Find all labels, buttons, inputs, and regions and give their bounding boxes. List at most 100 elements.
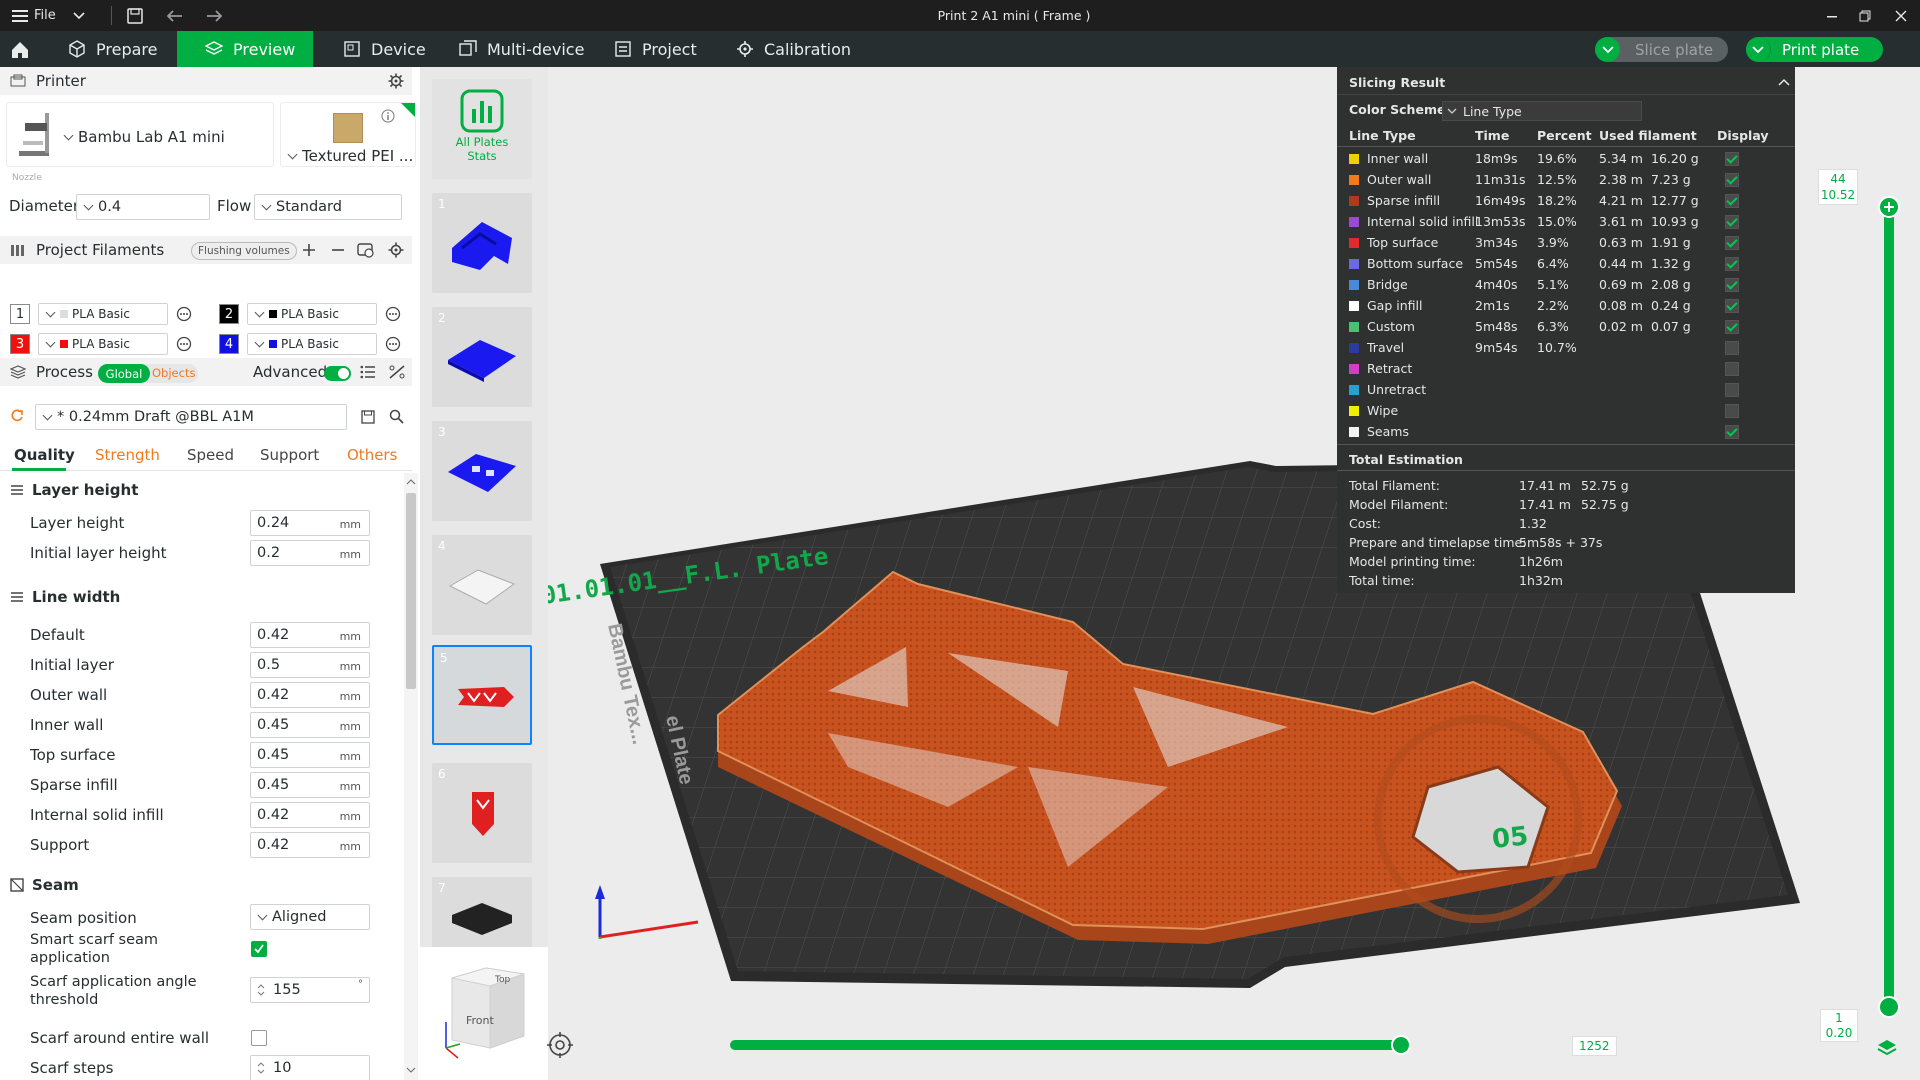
- tab-project[interactable]: Project: [614, 31, 697, 67]
- plate-thumb-7[interactable]: 7: [432, 877, 532, 947]
- list-view-icon[interactable]: [360, 365, 376, 379]
- tab-prepare[interactable]: Prepare: [68, 31, 157, 67]
- smart-scarf-checkbox[interactable]: [251, 941, 267, 957]
- line-width-input[interactable]: 0.42 mm: [250, 622, 370, 648]
- filament-edit-icon[interactable]: [176, 306, 192, 322]
- flushing-volumes-button[interactable]: Flushing volumes: [191, 242, 297, 260]
- diameter-select[interactable]: 0.4: [76, 194, 210, 220]
- display-checkbox[interactable]: [1725, 152, 1739, 166]
- line-width-input[interactable]: 0.45 mm: [250, 772, 370, 798]
- settings-scrollbar[interactable]: [404, 473, 418, 1080]
- restore-icon[interactable]: [1858, 0, 1872, 31]
- fit-view-icon[interactable]: [547, 1032, 573, 1058]
- filament-edit-icon[interactable]: [385, 336, 401, 352]
- plate-thumb-4[interactable]: 4: [432, 535, 532, 635]
- printer-selector[interactable]: Bambu Lab A1 mini: [6, 102, 274, 167]
- filament-edit-icon[interactable]: [176, 336, 192, 352]
- plate-thumb-2[interactable]: 2: [432, 307, 532, 407]
- redo-icon[interactable]: [205, 0, 223, 31]
- line-width-input[interactable]: 0.42 mm: [250, 802, 370, 828]
- save-icon[interactable]: [127, 0, 143, 31]
- info-icon[interactable]: [381, 109, 395, 123]
- collapse-icon[interactable]: [1778, 78, 1790, 86]
- scarf-steps-stepper[interactable]: 10: [250, 1055, 370, 1080]
- advanced-toggle[interactable]: [324, 366, 351, 381]
- home-button[interactable]: [10, 31, 28, 67]
- plate-thumb-3[interactable]: 3: [432, 421, 532, 521]
- filament-slot[interactable]: 3 PLA Basic: [10, 332, 192, 356]
- subtab-support[interactable]: Support: [260, 446, 319, 464]
- global-tab[interactable]: Global: [98, 364, 150, 383]
- plate-type-selector[interactable]: Textured PEI ...: [280, 102, 416, 167]
- scroll-thumb[interactable]: [406, 493, 416, 689]
- gcode-move-slider[interactable]: [730, 1035, 1412, 1055]
- printer-settings-gear-icon[interactable]: [388, 73, 404, 89]
- display-checkbox[interactable]: [1725, 362, 1739, 376]
- display-checkbox[interactable]: [1725, 194, 1739, 208]
- view-cube-gizmo[interactable]: Top Front: [432, 962, 542, 1062]
- subtab-speed[interactable]: Speed: [187, 446, 234, 464]
- filament-slot[interactable]: 2 PLA Basic: [219, 302, 401, 326]
- display-checkbox[interactable]: [1725, 404, 1739, 418]
- layer-slider-top-thumb[interactable]: [1878, 196, 1900, 218]
- display-checkbox[interactable]: [1725, 257, 1739, 271]
- layer-slider-bottom-thumb[interactable]: [1878, 996, 1900, 1018]
- scroll-up-icon[interactable]: [406, 477, 416, 487]
- subtab-strength[interactable]: Strength: [95, 446, 160, 464]
- save-preset-icon[interactable]: [361, 410, 375, 424]
- tab-preview[interactable]: Preview: [177, 31, 313, 67]
- filament-slot[interactable]: 4 PLA Basic: [219, 332, 401, 356]
- display-checkbox[interactable]: [1725, 236, 1739, 250]
- plate-thumb-1[interactable]: 1: [432, 193, 532, 293]
- display-checkbox[interactable]: [1725, 299, 1739, 313]
- file-menu[interactable]: File: [12, 0, 56, 31]
- layer-height-input[interactable]: 0.24 mm: [250, 510, 370, 536]
- sync-filament-icon[interactable]: [357, 242, 375, 258]
- global-objects-toggle[interactable]: Global Objects: [98, 364, 198, 383]
- line-width-input[interactable]: 0.45 mm: [250, 742, 370, 768]
- line-width-input[interactable]: 0.5 mm: [250, 652, 370, 678]
- flow-select[interactable]: Standard: [254, 194, 402, 220]
- scarf-entire-wall-checkbox[interactable]: [251, 1030, 267, 1046]
- line-width-input[interactable]: 0.42 mm: [250, 832, 370, 858]
- objects-tab[interactable]: Objects: [152, 366, 195, 380]
- tab-multi-device[interactable]: Multi-device: [459, 31, 584, 67]
- filament-settings-gear-icon[interactable]: [388, 242, 404, 258]
- display-checkbox[interactable]: [1725, 425, 1739, 439]
- display-checkbox[interactable]: [1725, 383, 1739, 397]
- seam-position-select[interactable]: Aligned: [250, 904, 370, 930]
- plate-thumb-6[interactable]: 6: [432, 763, 532, 863]
- filament-type-select[interactable]: PLA Basic: [247, 333, 377, 355]
- line-width-input[interactable]: 0.42 mm: [250, 682, 370, 708]
- display-checkbox[interactable]: [1725, 341, 1739, 355]
- line-width-input[interactable]: 0.45 mm: [250, 712, 370, 738]
- display-checkbox[interactable]: [1725, 320, 1739, 334]
- close-icon[interactable]: [1894, 0, 1908, 31]
- search-icon[interactable]: [389, 409, 404, 424]
- filament-edit-icon[interactable]: [385, 306, 401, 322]
- plate-thumb-5[interactable]: 5: [432, 645, 532, 745]
- slice-plate-button[interactable]: Slice plate: [1595, 37, 1728, 62]
- tab-device[interactable]: Device: [343, 31, 426, 67]
- process-preset-select[interactable]: * 0.24mm Draft @BBL A1M: [35, 404, 347, 430]
- minimize-icon[interactable]: [1825, 0, 1839, 31]
- filament-type-select[interactable]: PLA Basic: [38, 303, 168, 325]
- print-plate-button[interactable]: Print plate: [1746, 37, 1883, 62]
- filament-slot[interactable]: 1 PLA Basic: [10, 302, 192, 326]
- dropdown-chevron-icon[interactable]: [72, 0, 88, 31]
- layer-slider-track[interactable]: [1884, 204, 1894, 1014]
- display-checkbox[interactable]: [1725, 278, 1739, 292]
- filament-type-select[interactable]: PLA Basic: [247, 303, 377, 325]
- display-checkbox[interactable]: [1725, 173, 1739, 187]
- scroll-down-icon[interactable]: [406, 1065, 416, 1075]
- filament-type-select[interactable]: PLA Basic: [38, 333, 168, 355]
- layers-toggle-icon[interactable]: [1876, 1037, 1898, 1059]
- scarf-angle-stepper[interactable]: 155 °: [250, 977, 370, 1003]
- display-checkbox[interactable]: [1725, 215, 1739, 229]
- initial-layer-height-input[interactable]: 0.2 mm: [250, 540, 370, 566]
- tab-calibration[interactable]: Calibration: [736, 31, 851, 67]
- color-scheme-select[interactable]: Line Type: [1442, 101, 1642, 121]
- subtab-others[interactable]: Others: [347, 446, 397, 464]
- all-plates-stats-button[interactable]: All Plates Stats: [432, 79, 532, 179]
- add-filament-icon[interactable]: [302, 243, 316, 257]
